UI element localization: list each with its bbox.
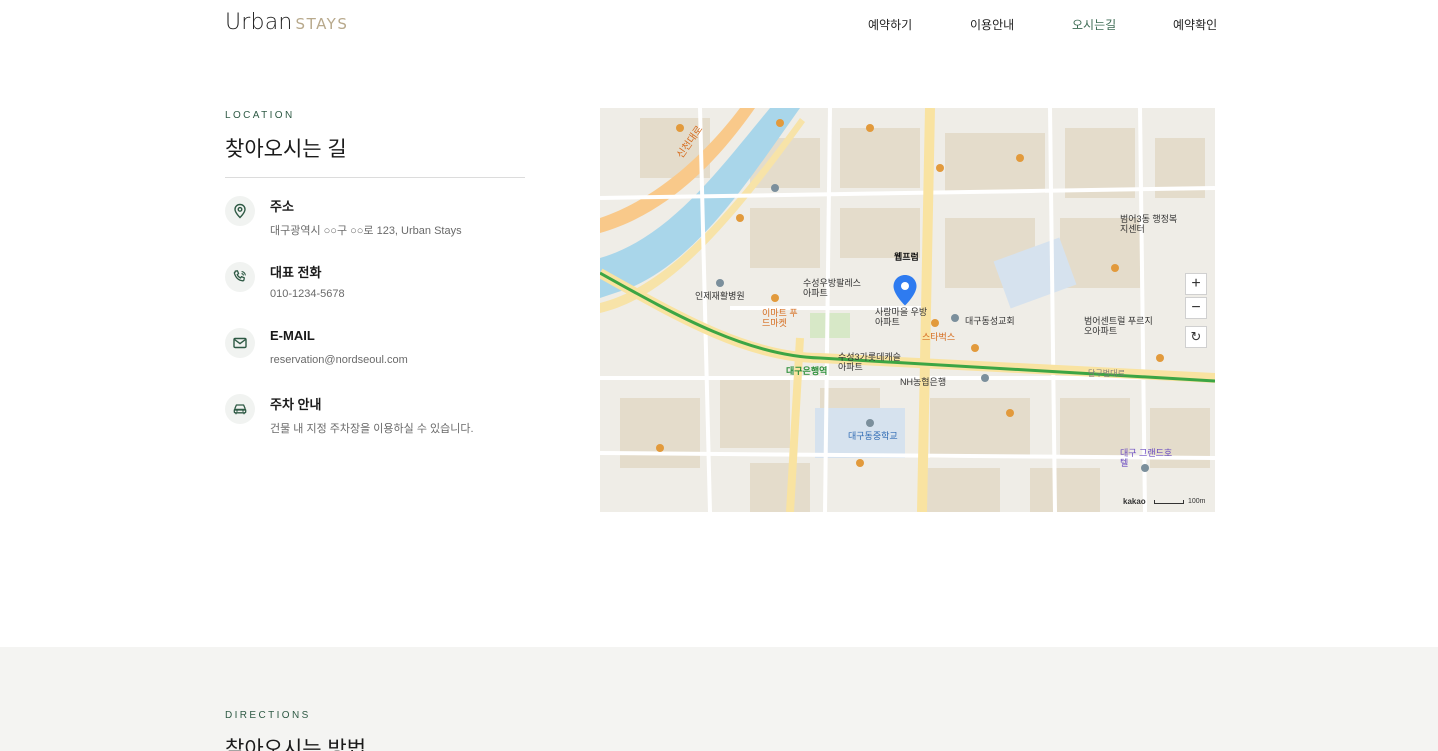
zoom-in-button[interactable]: + [1185, 273, 1207, 295]
parking-label: 주차 안내 [270, 397, 322, 412]
nav-item-check-reservation[interactable]: 예약확인 [1173, 16, 1217, 33]
map-label-apt-d: 수성3가롯데캐슬 아파트 [838, 352, 901, 372]
location-map[interactable]: 신천대로 인제재활병원 대구은행역 대구동중학교 대구동성교회 대구 그랜드호텔… [600, 108, 1215, 512]
site-header: Urban STAYS 예약하기 이용안내 오시는길 예약확인 [0, 0, 1438, 48]
map-label-hospital: 인제재활병원 [695, 291, 745, 301]
map-label-school: 대구동중학교 [848, 431, 898, 441]
map-label-hotel: 대구 그랜드호텔 [1120, 448, 1173, 468]
location-eyebrow: LOCATION [225, 110, 295, 121]
mail-icon [225, 328, 255, 358]
car-icon [225, 394, 255, 424]
email-value[interactable]: reservation@nordseoul.com [270, 354, 408, 366]
reset-map-button[interactable]: ↻ [1185, 326, 1207, 348]
email-label: E-MAIL [270, 328, 315, 343]
info-address: 주소 대구광역시 ○○구 ○○로 123, Urban Stays [225, 196, 545, 246]
map-label-church: 대구동성교회 [965, 316, 1015, 326]
map-label-emart: 이마트 푸드마켓 [762, 308, 798, 328]
map-label-station: 대구은행역 [786, 366, 828, 376]
directions-section: DIRECTIONS 찾아오시는 방법 [0, 647, 1438, 751]
phone-icon [225, 262, 255, 292]
info-phone: 대표 전화 010-1234-5678 [225, 262, 545, 312]
map-credit: kakao [1123, 497, 1146, 506]
map-label-road: 달구벌대로 [1088, 369, 1125, 378]
map-pin-icon [225, 196, 255, 226]
phone-label: 대표 전화 [270, 265, 322, 280]
main-nav: 예약하기 이용안내 오시는길 예약확인 [0, 16, 1438, 34]
info-email: E-MAIL reservation@nordseoul.com [225, 328, 545, 378]
directions-title: 찾아오시는 방법 [225, 738, 367, 751]
directions-eyebrow: DIRECTIONS [225, 710, 311, 721]
section-divider [225, 177, 525, 178]
location-title: 찾아오시는 길 [225, 138, 347, 161]
map-scale-bar [1154, 500, 1184, 504]
nav-item-guide[interactable]: 이용안내 [970, 16, 1014, 33]
map-label-community-center: 범어3동 행정복지센터 [1120, 214, 1178, 234]
info-parking: 주차 안내 건물 내 지정 주차장을 이용하실 수 있습니다. [225, 394, 545, 444]
address-value: 대구광역시 ○○구 ○○로 123, Urban Stays [270, 225, 462, 237]
map-marker-label: 웹프럼 [894, 252, 919, 262]
map-label-apt-a: 수성우방팔레스 아파트 [803, 278, 861, 298]
map-label-apt-c: 범어센트럴 푸르지오아파트 [1084, 316, 1153, 336]
map-label-apt-b: 사랑마을 우방아파트 [875, 307, 928, 327]
phone-value[interactable]: 010-1234-5678 [270, 288, 345, 300]
address-label: 주소 [270, 199, 294, 214]
nav-item-reserve[interactable]: 예약하기 [868, 16, 912, 33]
nav-item-directions[interactable]: 오시는길 [1072, 16, 1116, 33]
zoom-out-button[interactable]: − [1185, 297, 1207, 319]
map-scale-label: 100m [1188, 498, 1206, 505]
map-label-starbucks: 스타벅스 [922, 332, 956, 342]
parking-value: 건물 내 지정 주차장을 이용하실 수 있습니다. [270, 423, 474, 435]
map-label-bank: NH농협은행 [900, 377, 947, 387]
